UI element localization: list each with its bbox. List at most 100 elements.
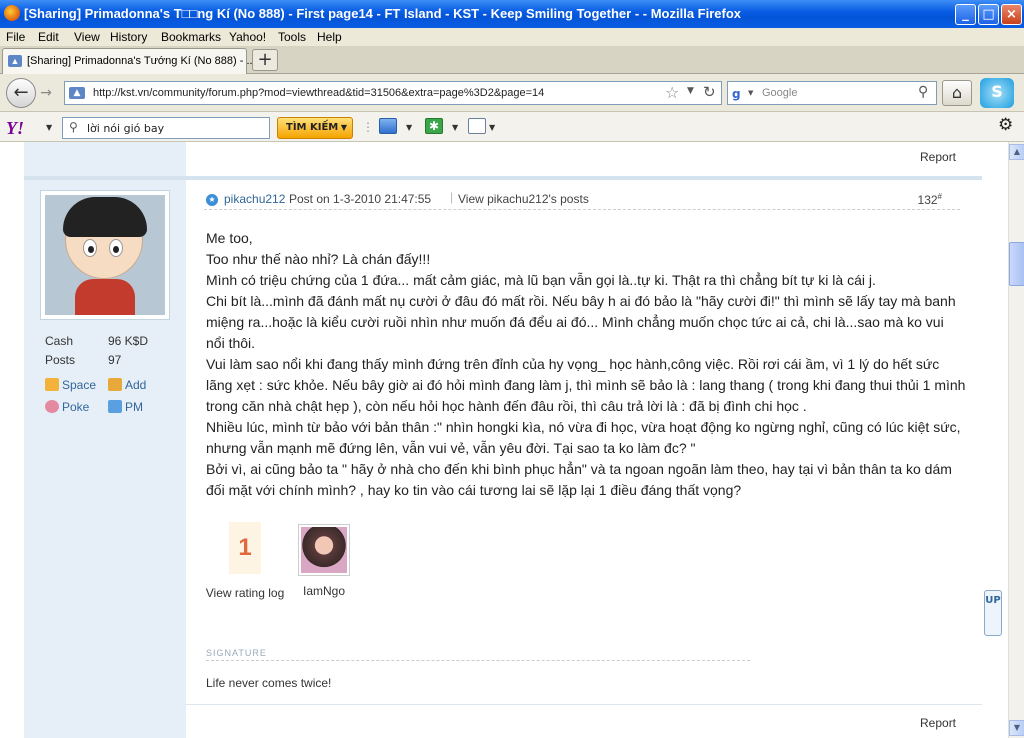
stat-label: Cash	[45, 334, 74, 348]
report-link-bottom[interactable]: Report	[920, 716, 956, 730]
skype-icon[interactable]: S	[980, 78, 1014, 108]
stat-value: 97	[108, 353, 122, 367]
scroll-down-button[interactable]: ▼	[1009, 720, 1024, 736]
menu-history[interactable]: History	[110, 30, 147, 44]
post-paragraph: Bởi vì, ai cũng bảo ta " hãy ở nhà cho đ…	[206, 461, 952, 498]
site-favicon-icon: ▲	[8, 55, 22, 67]
user-stats: Cash 96 K$D Posts 97	[45, 334, 165, 372]
gear-icon[interactable]: ⚙	[998, 115, 1013, 135]
search-bar[interactable]: g ▼ Google ⚲	[727, 81, 937, 105]
stat-label: Posts	[45, 353, 76, 367]
minimize-button[interactable]: _	[955, 4, 976, 25]
url-history-dropdown-icon[interactable]: ▼	[687, 86, 694, 96]
rater-avatar[interactable]	[298, 524, 350, 576]
rating-box[interactable]: 1 View rating log	[200, 522, 290, 602]
menu-view[interactable]: View	[74, 30, 100, 44]
site-identity-icon[interactable]: ▲	[69, 87, 85, 99]
toolbar-grip-icon: ⋮	[362, 120, 374, 134]
pm-link[interactable]: PM	[108, 400, 143, 414]
poke-icon	[45, 400, 59, 413]
window-title: [Sharing] Primadonna's T□□ng Kí (No 888)…	[24, 6, 742, 21]
post-paragraph: Chi bít là...mình đã đánh mất nụ cười ở …	[206, 293, 956, 351]
rater-name[interactable]: IamNgo	[296, 584, 352, 598]
bookmark-star-icon[interactable]: ☆	[665, 83, 679, 102]
menu-edit[interactable]: Edit	[38, 30, 59, 44]
yahoo-search-input[interactable]: ⚲ lời nói gió bay	[62, 117, 270, 139]
post-body: Me too, Too như thế nào nhỉ? Là chán đấy…	[206, 228, 966, 501]
page-options-icon[interactable]	[468, 118, 486, 134]
yahoo-toolbar: Y! ▼ ⚲ lời nói gió bay TÌM KIẾM ▼ ⋮ ▼ ✱ …	[0, 112, 1024, 142]
search-placeholder[interactable]: Google	[762, 87, 797, 99]
header-separator: |	[450, 190, 454, 204]
signature-text: Life never comes twice!	[206, 676, 332, 690]
yahoo-answers-icon[interactable]: ✱	[425, 118, 443, 134]
online-status-icon: ★	[206, 194, 218, 206]
menu-bookmarks[interactable]: Bookmarks	[161, 30, 221, 44]
view-author-posts-link[interactable]: View pikachu212's posts	[458, 192, 589, 206]
maximize-button[interactable]: □	[978, 4, 999, 25]
post-paragraph: Nhiều lúc, mình từ bảo với bản thân :" n…	[206, 419, 961, 456]
rater-photo	[301, 527, 347, 573]
avatar-image	[45, 195, 165, 315]
post: ★ pikachu212 Post on 1-3-2010 21:47:55 |…	[186, 180, 982, 738]
add-friend-icon	[108, 378, 122, 391]
yahoo-search-button[interactable]: TÌM KIẾM ▼	[277, 117, 353, 139]
post-paragraph: Me too,	[206, 230, 253, 246]
search-icon[interactable]: ⚲	[918, 84, 928, 100]
url-bar[interactable]: ▲ http://kst.vn/community/forum.php?mod=…	[64, 81, 722, 105]
menu-bar: File Edit View History Bookmarks Yahoo! …	[0, 28, 1024, 46]
search-engine-dropdown-icon[interactable]: ▼	[748, 89, 753, 97]
page-options-dropdown-icon[interactable]: ▼	[489, 123, 495, 132]
report-link-top[interactable]: Report	[920, 150, 956, 164]
mail-icon	[108, 400, 122, 413]
yahoo-search-button-label: TÌM KIẾM	[286, 122, 339, 133]
tab-label: [Sharing] Primadonna's Tướng Kí (No 888)…	[27, 55, 256, 67]
menu-file[interactable]: File	[6, 30, 25, 44]
post-paragraph: Mình có triệu chứng của 1 đứa... mất cảm…	[206, 272, 876, 288]
menu-yahoo[interactable]: Yahoo!	[229, 30, 266, 44]
post-header: ★ pikachu212 Post on 1-3-2010 21:47:55 |…	[204, 190, 960, 210]
poke-link[interactable]: Poke	[45, 400, 89, 414]
signature-label: SIGNATURE	[206, 648, 750, 661]
menu-help[interactable]: Help	[317, 30, 342, 44]
google-icon[interactable]: g	[732, 87, 746, 101]
back-button[interactable]: ←	[6, 78, 36, 108]
post-author[interactable]: pikachu212	[224, 192, 285, 206]
home-button[interactable]: ⌂	[942, 80, 972, 106]
space-link[interactable]: Space	[45, 378, 96, 392]
menu-tools[interactable]: Tools	[278, 30, 306, 44]
post-bottom-divider	[186, 704, 982, 705]
reload-icon[interactable]: ↻	[703, 83, 716, 101]
rating-score: 1	[229, 522, 261, 574]
new-tab-button[interactable]: +	[252, 49, 278, 71]
vertical-scrollbar[interactable]: ▲ ▼	[1008, 142, 1024, 738]
scroll-up-button[interactable]: ▲	[1009, 144, 1024, 160]
home-icon	[45, 378, 59, 391]
mail-icon[interactable]	[379, 118, 397, 134]
view-rating-log-link[interactable]: View rating log	[200, 584, 290, 602]
chevron-down-icon[interactable]: ▼	[341, 118, 347, 138]
up-label: UP	[985, 595, 1001, 606]
yahoo-logo[interactable]: Y!	[6, 118, 24, 139]
close-button[interactable]: ×	[1001, 4, 1022, 25]
search-icon: ⚲	[69, 120, 78, 134]
stat-posts: Posts 97	[45, 353, 165, 372]
scroll-to-top-button[interactable]: UP	[984, 590, 1002, 636]
post-number[interactable]: 132#	[918, 192, 942, 207]
post-paragraph: Too như thế nào nhỉ? Là chán đấy!!!	[206, 251, 431, 267]
yahoo-search-value[interactable]: lời nói gió bay	[87, 122, 164, 135]
rater[interactable]: IamNgo	[296, 524, 352, 598]
page-content: Report Cash 96 K$D Posts 97 Space Add Po…	[0, 142, 1008, 738]
post-time: Post on 1-3-2010 21:47:55	[289, 192, 432, 206]
scroll-thumb[interactable]	[1009, 242, 1024, 286]
forward-button[interactable]: →	[36, 83, 56, 103]
add-friend-link[interactable]: Add	[108, 378, 146, 392]
url-text[interactable]: http://kst.vn/community/forum.php?mod=vi…	[93, 87, 544, 99]
mail-dropdown-icon[interactable]: ▼	[406, 123, 412, 132]
answers-dropdown-icon[interactable]: ▼	[452, 123, 458, 132]
tab-current[interactable]: ▲ [Sharing] Primadonna's Tướng Kí (No 88…	[2, 48, 256, 74]
avatar[interactable]	[40, 190, 170, 320]
tab-strip: ▲ [Sharing] Primadonna's Tướng Kí (No 88…	[0, 46, 1024, 74]
post-paragraph: Vui làm sao nổi khi đang thấy mình đứng …	[206, 356, 966, 414]
yahoo-menu-dropdown-icon[interactable]: ▼	[46, 123, 52, 132]
